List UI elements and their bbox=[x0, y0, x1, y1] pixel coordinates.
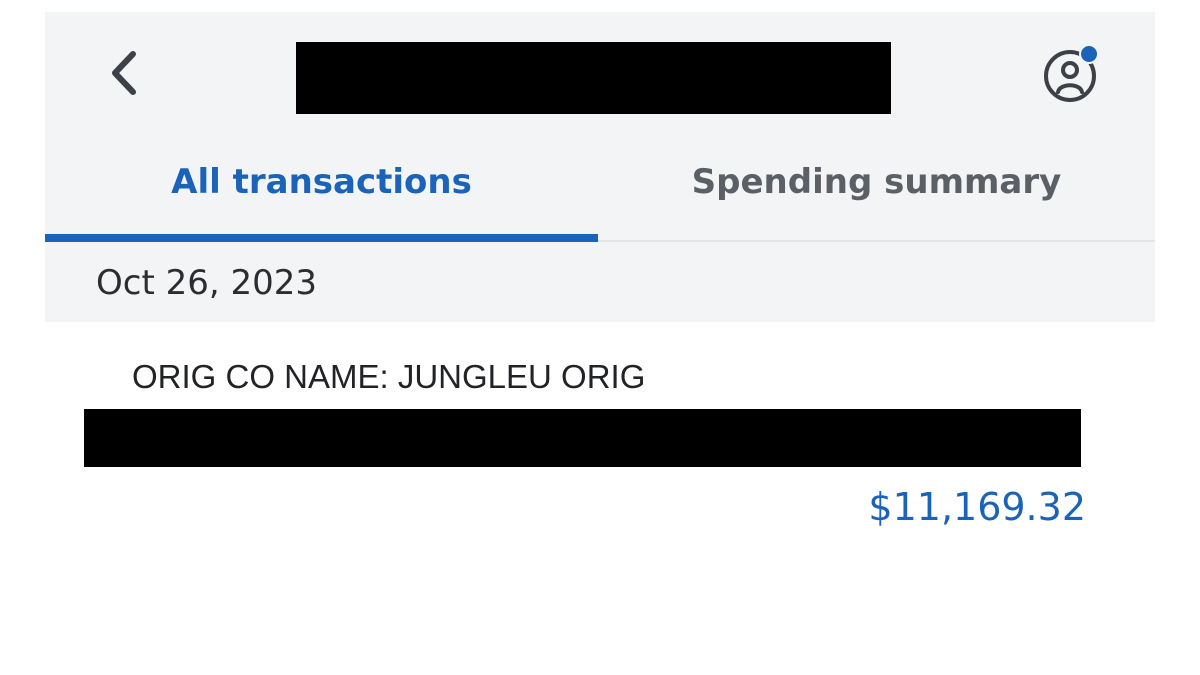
tab-spending-summary[interactable]: Spending summary bbox=[598, 132, 1155, 232]
transaction-name: ORIG CO NAME: JUNGLEU ORIG bbox=[132, 358, 646, 395]
header-panel: All transactions Spending summary Oct 26… bbox=[45, 12, 1155, 322]
date-group-header: Oct 26, 2023 bbox=[45, 244, 1155, 322]
tab-spending-summary-label: Spending summary bbox=[691, 162, 1062, 202]
user-circle-icon bbox=[1040, 44, 1106, 112]
transaction-amount: $11,169.32 bbox=[868, 485, 1086, 529]
back-button[interactable] bbox=[101, 50, 145, 100]
tab-all-transactions-label: All transactions bbox=[171, 162, 472, 202]
active-tab-indicator bbox=[45, 234, 598, 242]
tab-bar: All transactions Spending summary bbox=[45, 132, 1155, 244]
notification-dot bbox=[1081, 46, 1097, 62]
app-root: All transactions Spending summary Oct 26… bbox=[0, 0, 1200, 675]
redacted-title bbox=[296, 42, 891, 114]
chevron-left-icon bbox=[106, 49, 140, 101]
redacted-transaction-detail bbox=[84, 409, 1081, 467]
transaction-row[interactable]: ORIG CO NAME: JUNGLEU ORIG $11,169.32 bbox=[0, 322, 1200, 552]
profile-button[interactable] bbox=[1040, 42, 1106, 108]
tab-divider bbox=[598, 240, 1155, 242]
tab-all-transactions[interactable]: All transactions bbox=[45, 132, 598, 232]
date-group-label: Oct 26, 2023 bbox=[96, 263, 317, 303]
